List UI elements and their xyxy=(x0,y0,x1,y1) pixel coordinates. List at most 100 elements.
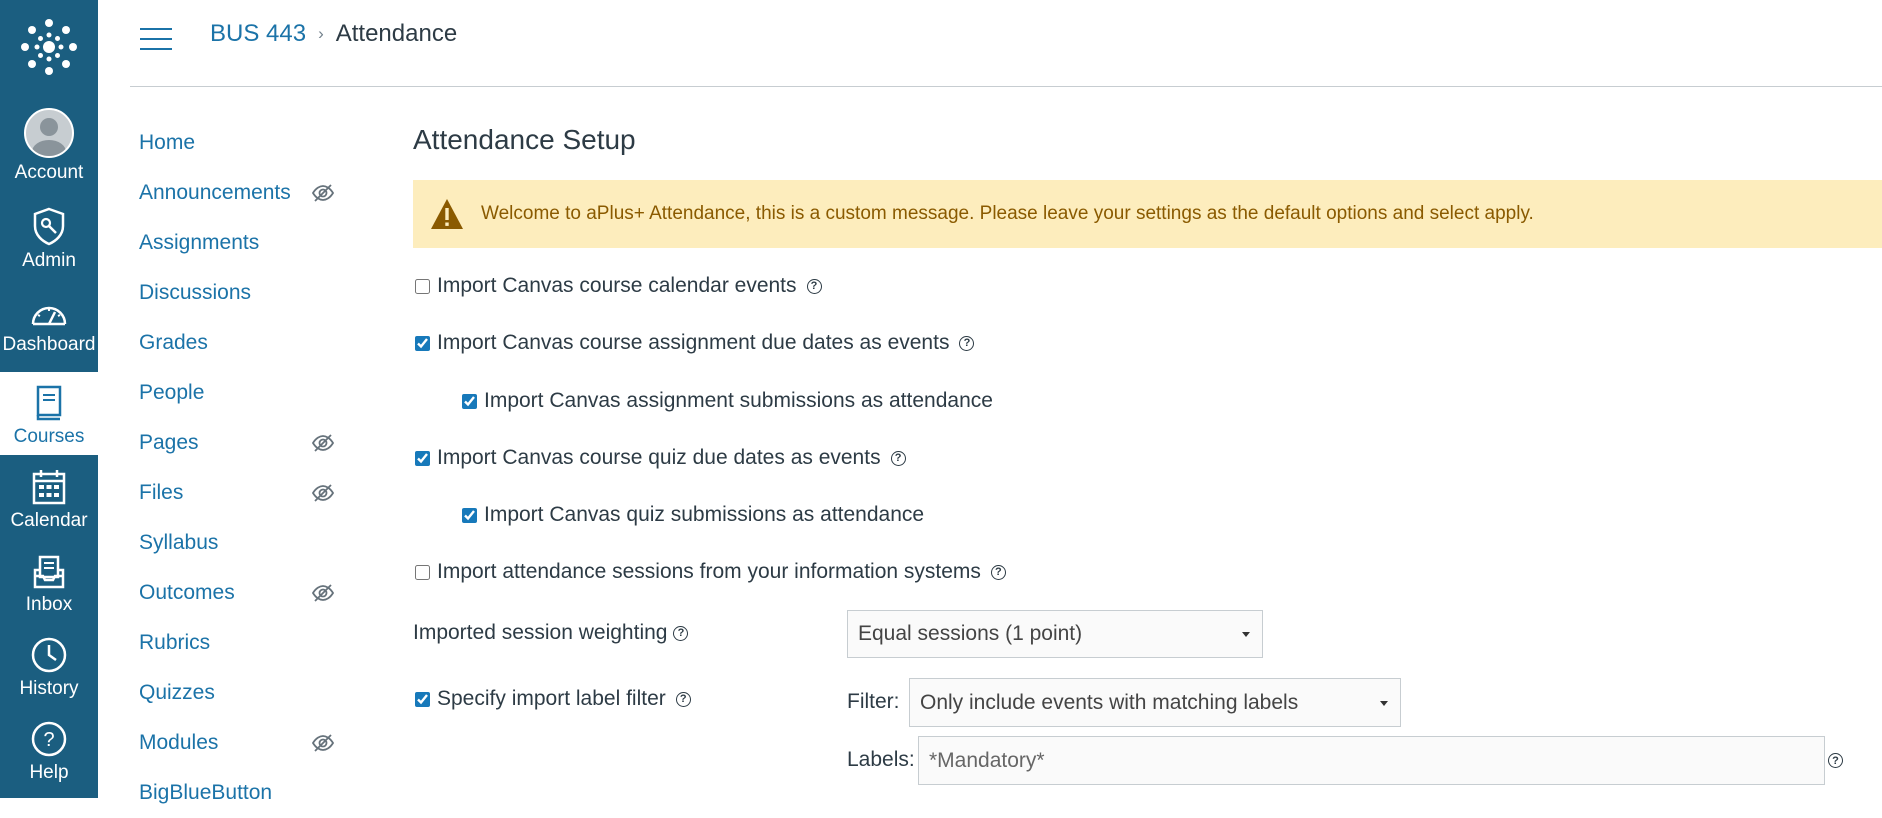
help-icon[interactable]: ? xyxy=(1828,753,1843,768)
import-assignment-submissions-checkbox[interactable] xyxy=(462,393,477,409)
course-nav-item-syllabus[interactable]: Syllabus xyxy=(139,518,335,568)
hidden-eye-icon xyxy=(311,484,335,502)
import-quiz-due-option[interactable]: Import Canvas course quiz due dates as e… xyxy=(413,446,906,470)
import-quiz-due-label: Import Canvas course quiz due dates as e… xyxy=(437,446,881,469)
help-icon[interactable]: ? xyxy=(806,278,822,294)
nav-inbox[interactable]: Inbox xyxy=(0,540,98,624)
course-nav-label: Quizzes xyxy=(139,681,215,704)
course-nav-label: People xyxy=(139,381,205,404)
alert-message: Welcome to aPlus+ Attendance, this is a … xyxy=(481,203,1534,224)
import-quiz-submissions-label: Import Canvas quiz submissions as attend… xyxy=(484,503,925,526)
course-nav-item-quizzes[interactable]: Quizzes xyxy=(139,668,335,718)
course-nav-label: Assignments xyxy=(139,231,260,254)
course-nav-item-home[interactable]: Home xyxy=(139,118,335,168)
page-title: Attendance Setup xyxy=(413,124,636,155)
nav-admin[interactable]: Admin xyxy=(0,196,98,280)
course-nav-label: Grades xyxy=(139,331,208,354)
calendar-icon xyxy=(32,470,66,505)
import-assignment-submissions-label: Import Canvas assignment submissions as … xyxy=(484,389,993,412)
import-quiz-submissions-checkbox[interactable] xyxy=(462,507,477,523)
session-weighting-select[interactable]: Equal sessions (1 point) xyxy=(847,610,1263,658)
canvas-logo[interactable] xyxy=(0,14,98,80)
breadcrumb-course-link[interactable]: BUS 443 xyxy=(210,20,306,48)
import-assignment-submissions-option[interactable]: Import Canvas assignment submissions as … xyxy=(460,389,993,413)
course-nav-label: Outcomes xyxy=(139,581,235,604)
nav-help-label: Help xyxy=(29,762,69,783)
courses-book-icon xyxy=(36,385,62,421)
admin-shield-icon xyxy=(33,207,65,246)
label-filter-option[interactable]: Specify import label filter ? xyxy=(413,687,691,711)
help-question-icon: ? xyxy=(31,721,67,757)
nav-dashboard-label: Dashboard xyxy=(2,334,96,355)
import-info-systems-label: Import attendance sessions from your inf… xyxy=(437,560,981,583)
nav-history[interactable]: History xyxy=(0,624,98,708)
course-nav-item-outcomes[interactable]: Outcomes xyxy=(139,568,335,618)
custom-message-alert: Welcome to aPlus+ Attendance, this is a … xyxy=(413,180,1882,248)
course-nav-item-bigbluebutton[interactable]: BigBlueButton xyxy=(139,768,335,818)
course-nav-item-people[interactable]: People xyxy=(139,368,335,418)
label-filter-label: Specify import label filter xyxy=(437,687,666,710)
course-menu-toggle-button[interactable] xyxy=(140,28,172,50)
import-quiz-submissions-option[interactable]: Import Canvas quiz submissions as attend… xyxy=(460,503,924,527)
course-navigation: Home Announcements Assignments Discussions G… xyxy=(139,118,359,818)
filter-select[interactable]: Only include events with matching labels xyxy=(909,678,1401,727)
help-icon[interactable]: ? xyxy=(959,335,975,351)
help-icon[interactable]: ? xyxy=(673,625,689,641)
nav-courses-label: Courses xyxy=(13,426,85,447)
dashboard-gauge-icon xyxy=(31,306,67,326)
import-calendar-events-option[interactable]: Import Canvas course calendar events ? xyxy=(413,274,822,298)
course-nav-label: Files xyxy=(139,481,184,504)
nav-account[interactable]: Account xyxy=(0,108,98,192)
global-navigation: Account Admin Dashboard Courses Calendar… xyxy=(0,0,98,798)
course-nav-label: Modules xyxy=(139,731,219,754)
svg-text:?: ? xyxy=(43,729,54,751)
nav-account-label: Account xyxy=(14,162,84,183)
course-nav-label: Home xyxy=(139,131,196,154)
import-info-systems-checkbox[interactable] xyxy=(415,564,430,580)
course-nav-item-pages[interactable]: Pages xyxy=(139,418,335,468)
nav-admin-label: Admin xyxy=(22,250,76,271)
inbox-icon xyxy=(33,555,65,589)
hidden-eye-icon xyxy=(311,184,335,202)
course-nav-item-rubrics[interactable]: Rubrics xyxy=(139,618,335,668)
import-quiz-due-checkbox[interactable] xyxy=(415,450,430,466)
chevron-down-icon xyxy=(1380,700,1388,706)
label-filter-checkbox[interactable] xyxy=(415,691,430,707)
import-calendar-events-label: Import Canvas course calendar events xyxy=(437,274,797,297)
course-nav-item-assignments[interactable]: Assignments xyxy=(139,218,335,268)
course-nav-item-announcements[interactable]: Announcements xyxy=(139,168,335,218)
nav-dashboard[interactable]: Dashboard xyxy=(0,280,98,364)
import-assignment-due-option[interactable]: Import Canvas course assignment due date… xyxy=(413,331,975,355)
help-icon[interactable]: ? xyxy=(890,450,906,466)
warning-triangle-icon xyxy=(431,199,463,229)
course-nav-item-grades[interactable]: Grades xyxy=(139,318,335,368)
session-weighting-field: Imported session weighting ? xyxy=(413,621,689,645)
hidden-eye-icon xyxy=(311,434,335,452)
course-nav-label: BigBlueButton xyxy=(139,781,273,804)
course-nav-label: Rubrics xyxy=(139,631,211,654)
nav-history-label: History xyxy=(19,678,79,699)
import-calendar-events-checkbox[interactable] xyxy=(415,278,430,294)
course-nav-item-files[interactable]: Files xyxy=(139,468,335,518)
import-assignment-due-checkbox[interactable] xyxy=(415,335,430,351)
canvas-logo-icon xyxy=(21,19,77,75)
nav-calendar[interactable]: Calendar xyxy=(0,456,98,540)
chevron-down-icon xyxy=(1242,632,1250,637)
nav-calendar-label: Calendar xyxy=(10,510,88,531)
course-nav-item-modules[interactable]: Modules xyxy=(139,718,335,768)
import-info-systems-option[interactable]: Import attendance sessions from your inf… xyxy=(413,560,1006,584)
nav-courses[interactable]: Courses xyxy=(0,372,98,455)
course-nav-item-discussions[interactable]: Discussions xyxy=(139,268,335,318)
breadcrumb-current: Attendance xyxy=(335,20,458,47)
help-icon[interactable]: ? xyxy=(675,691,691,707)
nav-inbox-label: Inbox xyxy=(25,594,73,615)
course-nav-label: Announcements xyxy=(139,181,291,204)
avatar xyxy=(24,108,74,158)
session-weighting-value: Equal sessions (1 point) xyxy=(858,622,1083,645)
header-divider xyxy=(130,86,1882,87)
nav-help[interactable]: ? Help xyxy=(0,708,98,792)
breadcrumb-separator: › xyxy=(318,24,324,43)
labels-input[interactable]: *Mandatory* xyxy=(918,736,1825,785)
help-icon[interactable]: ? xyxy=(990,564,1006,580)
labels-input-value: *Mandatory* xyxy=(929,748,1045,772)
